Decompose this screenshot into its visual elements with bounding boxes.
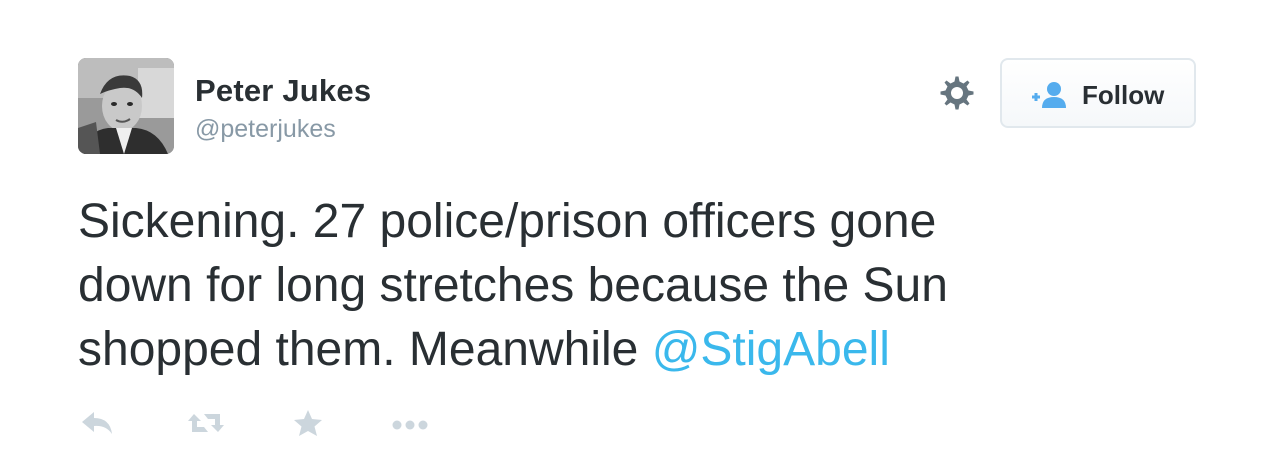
tweet-text: Sickening. 27 police/prison officers gon… [78, 190, 1198, 382]
user-handle[interactable]: @peterjukes [195, 115, 336, 144]
user-name[interactable]: Peter Jukes [195, 73, 371, 109]
reply-icon[interactable] [80, 408, 116, 448]
avatar[interactable] [78, 58, 174, 154]
tweet-text-line-1: Sickening. 27 police/prison officers gon… [78, 195, 937, 248]
more-icon[interactable] [390, 408, 432, 448]
retweet-icon[interactable] [186, 408, 226, 448]
tweet-card: Peter Jukes @peterjukes Follow Sickening… [0, 0, 1276, 456]
gear-icon[interactable] [938, 74, 976, 112]
star-icon[interactable] [292, 408, 324, 448]
tweet-text-line-2: down for long stretches because the Sun [78, 259, 948, 312]
follow-label: Follow [1082, 80, 1165, 110]
tweet-text-line-3-prefix: shopped them. Meanwhile [78, 323, 652, 376]
mention-link[interactable]: @StigAbell [652, 323, 890, 376]
avatar-image [78, 58, 174, 154]
follow-button[interactable]: Follow [1000, 58, 1196, 128]
tweet-text-line-3: shopped them. Meanwhile @StigAbell [78, 318, 1198, 382]
add-user-icon [1030, 80, 1070, 110]
tweet-actions [0, 408, 1276, 448]
